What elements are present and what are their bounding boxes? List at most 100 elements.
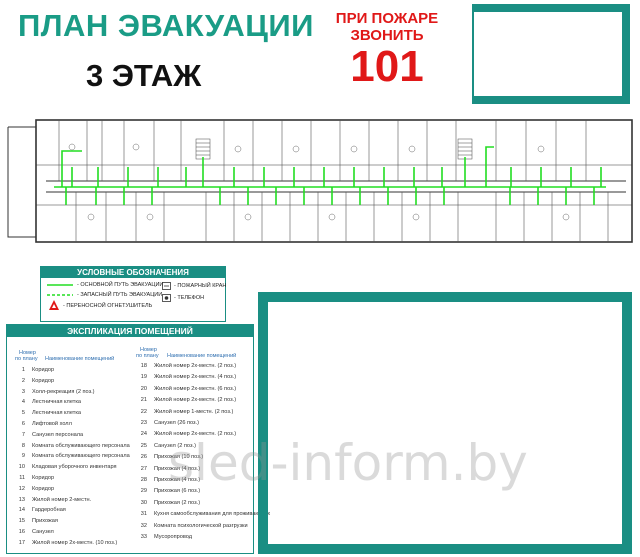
room-name: Комната обслуживающего персонала — [32, 453, 130, 460]
room-name: Лестничная клетка — [32, 410, 81, 417]
room-name: Мусоропровод — [154, 534, 193, 540]
table-row: 7 Санузел персонала — [13, 432, 83, 438]
col-name-header: Наименование помещений — [45, 356, 115, 362]
table-row: 15 Прихожая — [13, 518, 58, 524]
room-number: 3 — [21, 388, 25, 395]
room-number: 21 — [140, 397, 147, 404]
room-name: Санузел персонала — [32, 431, 84, 438]
legend-hydrant: - ПОЖАРНЫЙ КРАН — [174, 283, 227, 289]
room-number: 29 — [140, 488, 147, 495]
table-row: 32 Комната психологической разгрузки — [135, 523, 248, 529]
watermark: sled-inform.by — [168, 434, 528, 492]
table-row: 9 Комната обслуживающего персонала — [13, 453, 130, 459]
room-number: 11 — [19, 475, 25, 481]
table-row: 31 Кухня самообслуживания для проживающих — [135, 511, 270, 517]
table-row: 8 Комната обслуживающего персонала — [13, 443, 130, 449]
room-name: Жилой номер 2-местн. — [32, 496, 92, 503]
room-number: 8 — [21, 442, 25, 449]
room-name: Санузел (26 поз.) — [154, 420, 200, 426]
col-name-header-right: Наименование помещений — [167, 353, 237, 359]
room-number: 24 — [140, 431, 147, 438]
room-number: 12 — [18, 485, 25, 492]
legend-extinguisher: - ПЕРЕНОСНОЙ ОГНЕТУШИТЕЛЬ — [63, 303, 153, 309]
room-name: Коридор — [32, 377, 55, 384]
table-row: 16 Санузел — [13, 529, 54, 535]
page-title: ПЛАН ЭВАКУАЦИИ — [18, 8, 314, 43]
room-number: 28 — [140, 477, 147, 483]
table-row: 19 Жилой номер 2х-местн. (4 поз.) — [135, 374, 236, 380]
table-row: 18 Жилой номер 2х-местн. (2 поз.) — [135, 363, 236, 369]
room-name: Коридор — [32, 475, 55, 481]
room-name: Жилой номер 2х-местн. (6 поз.) — [154, 385, 237, 392]
table-row: 17 Жилой номер 2х-местн. (10 поз.) — [13, 540, 117, 546]
col-num-header-sub: по плану — [15, 356, 38, 362]
table-row: 23 Санузел (26 поз.) — [135, 420, 199, 426]
room-number: 19 — [140, 374, 147, 381]
room-name: Комната обслуживающего персонала — [32, 442, 130, 449]
legend-title: УСЛОВНЫЕ ОБОЗНАЧЕНИЯ — [41, 267, 225, 278]
table-row: 12 Коридор — [13, 486, 54, 492]
room-number: 32 — [140, 522, 147, 529]
explication-title: ЭКСПЛИКАЦИЯ ПОМЕЩЕНИЙ — [7, 325, 253, 337]
room-name: Гардеробная — [32, 507, 66, 514]
room-name: Коридор — [32, 485, 55, 492]
room-name: Санузел — [32, 529, 54, 535]
table-row: 20 Жилой номер 2х-местн. (6 поз.) — [135, 386, 236, 392]
room-number: 10 — [18, 464, 25, 471]
room-name: Жилой номер 2х-местн. (4 поз.) — [154, 374, 237, 381]
room-number: 9 — [21, 453, 25, 460]
room-name: Кухня самообслуживания для проживающих — [154, 511, 271, 518]
room-number: 20 — [140, 385, 147, 392]
room-number: 25 — [140, 442, 147, 449]
fire-phone-number: 101 — [350, 42, 424, 91]
fire-hydrant-icon — [162, 282, 171, 290]
room-number: 6 — [21, 421, 25, 427]
phone-icon — [162, 294, 171, 302]
table-row: 11 Коридор — [13, 475, 54, 481]
room-name: Жилой номер 1-местн. (2 поз.) — [154, 408, 234, 415]
room-name: Лестничная клетка — [32, 399, 81, 406]
legend-spare-route: - ЗАПАСНЫЙ ПУТЬ ЭВАКУАЦИИ — [77, 292, 163, 298]
room-number: 31 — [140, 511, 147, 518]
room-number: 15 — [18, 518, 25, 525]
table-row: 3 Холл-рекреация (2 поз.) — [13, 389, 95, 395]
room-number: 18 — [140, 363, 147, 369]
room-number: 14 — [18, 507, 25, 514]
room-number: 5 — [21, 410, 25, 417]
room-number: 13 — [18, 496, 25, 503]
room-number: 7 — [21, 431, 25, 438]
legend-panel: УСЛОВНЫЕ ОБОЗНАЧЕНИЯ - ОСНОВНОЙ ПУТЬ ЭВА… — [40, 266, 226, 322]
room-number: 23 — [140, 420, 147, 426]
room-number: 26 — [140, 454, 147, 461]
room-number: 22 — [140, 408, 147, 415]
table-row: 6 Лифтовой холл — [13, 421, 72, 427]
room-name: Жилой номер 2х-местн. (2 поз.) — [154, 363, 237, 369]
room-number: 16 — [18, 529, 25, 535]
room-number: 27 — [140, 465, 147, 472]
floor-plan — [7, 119, 633, 243]
table-row: 5 Лестничная клетка — [13, 410, 81, 416]
room-name: Коридор — [32, 367, 55, 373]
room-number: 4 — [21, 399, 25, 406]
room-name: Кладовая уборочного инвентаря — [32, 464, 117, 471]
col-num-header-right-sub: по плану — [136, 353, 159, 359]
table-row: 21 Жилой номер 2х-местн. (2 поз.) — [135, 397, 236, 403]
room-name: Холл-рекреация (2 поз.) — [32, 388, 95, 395]
room-name: Лифтовой холл — [32, 421, 72, 427]
legend-phone: - ТЕЛЕФОН — [174, 295, 205, 301]
table-row: 14 Гардеробная — [13, 507, 66, 513]
room-name: Жилой номер 2х-местн. (2 поз.) — [154, 397, 237, 404]
legend-main-route: - ОСНОВНОЙ ПУТЬ ЭВАКУАЦИИ — [77, 282, 164, 288]
room-name: Прихожая — [32, 518, 58, 525]
room-number: 33 — [140, 534, 147, 540]
table-row: 30 Прихожая (2 поз.) — [135, 500, 200, 506]
table-row: 22 Жилой номер 1-местн. (2 поз.) — [135, 408, 234, 415]
fire-notice-line1: ПРИ ПОЖАРЕ — [335, 10, 439, 27]
floor-label: 3 ЭТАЖ — [86, 58, 202, 93]
room-number: 2 — [21, 377, 25, 384]
room-name: Прихожая (2 поз.) — [154, 499, 201, 506]
room-number: 30 — [140, 499, 147, 506]
room-name: Жилой номер 2х-местн. (10 поз.) — [32, 539, 118, 546]
room-number: 17 — [18, 539, 25, 546]
placeholder-frame — [258, 292, 632, 554]
